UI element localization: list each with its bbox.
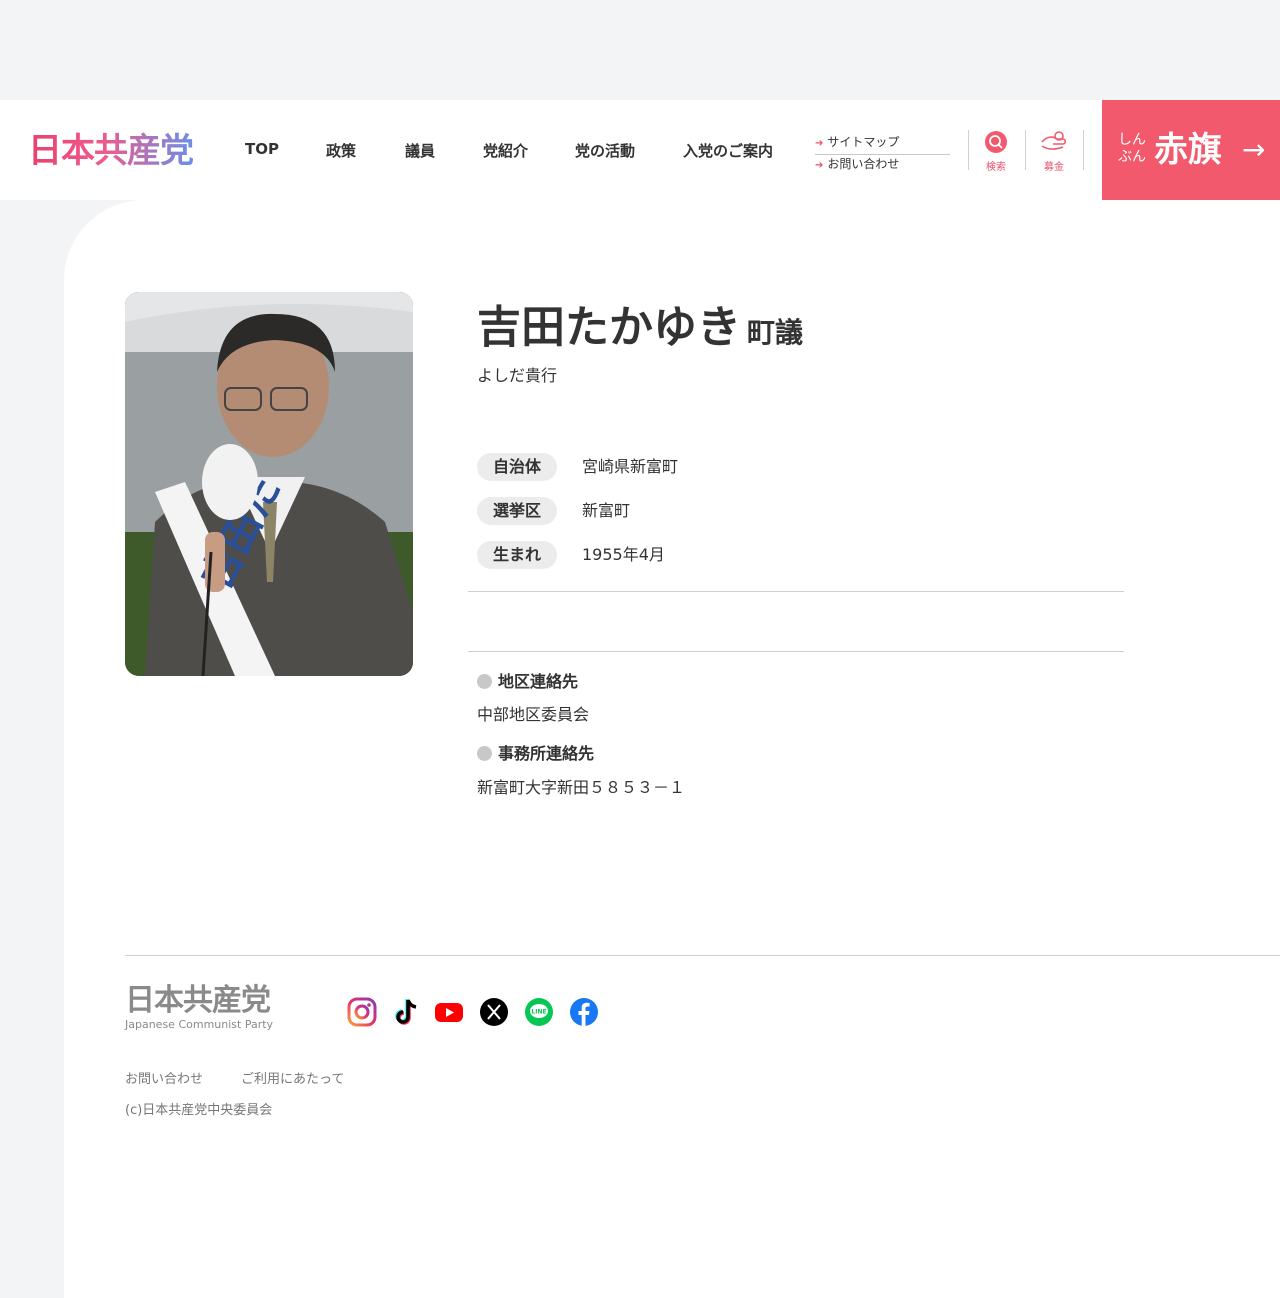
- arrow-right-icon: ➔: [815, 138, 824, 149]
- contact-value-district: 中部地区委員会: [477, 705, 590, 724]
- donate-button[interactable]: 募金: [1032, 130, 1076, 173]
- bullet-icon: [477, 746, 492, 761]
- akahata-banner-link[interactable]: しん ぶん 赤旗 →: [1102, 100, 1280, 200]
- youtube-icon[interactable]: [434, 997, 464, 1027]
- footer-divider: [125, 955, 1280, 956]
- info-value: 1955年4月: [582, 545, 665, 564]
- facebook-icon[interactable]: [569, 997, 599, 1027]
- copyright: (c)日本共産党中央委員会: [125, 1103, 273, 1118]
- divider: [968, 130, 969, 170]
- info-label: 生まれ: [477, 541, 557, 569]
- nav-item-policy[interactable]: 政策: [326, 140, 356, 161]
- bullet-icon: [477, 674, 492, 689]
- footer-contact-link[interactable]: お問い合わせ: [125, 1068, 203, 1087]
- arrow-right-icon: →: [1242, 133, 1266, 166]
- site-logo[interactable]: 日本共産党: [28, 130, 194, 172]
- donation-hand-icon: [1041, 131, 1067, 150]
- member-photo-illustration: 吉田た: [125, 292, 413, 676]
- sub-links: ➔ サイトマップ ➔ お問い合わせ: [815, 133, 950, 175]
- search-label: 検索: [986, 162, 1006, 173]
- nav-item-join[interactable]: 入党のご案内: [683, 140, 773, 161]
- akahata-small-text: しん ぶん: [1118, 132, 1146, 165]
- contact-heading-district: 地区連絡先: [477, 668, 578, 692]
- tiktok-icon[interactable]: [391, 997, 421, 1027]
- sitemap-link[interactable]: ➔ サイトマップ: [815, 133, 950, 155]
- divider: [468, 591, 1124, 592]
- divider: [1025, 130, 1026, 170]
- info-label: 選挙区: [477, 497, 557, 525]
- nav-item-activities[interactable]: 党の活動: [575, 140, 635, 161]
- line-icon-text: LINE: [531, 1009, 546, 1016]
- divider: [468, 651, 1124, 652]
- member-kana: よしだ貴行: [477, 366, 558, 385]
- akahata-title: 赤旗: [1154, 130, 1222, 170]
- info-value: 新富町: [582, 501, 631, 520]
- contact-heading-office: 事務所連絡先: [477, 740, 594, 764]
- footer-logo[interactable]: 日本共産党 Japanese Communist Party: [125, 984, 285, 1032]
- search-icon: [985, 131, 1007, 153]
- search-button[interactable]: 検索: [974, 130, 1018, 173]
- site-header: 日本共産党 TOP 政策 議員 党紹介 党の活動 入党のご案内 ➔ サイトマップ …: [0, 100, 1280, 200]
- info-value: 宮崎県新富町: [582, 457, 679, 476]
- line-icon[interactable]: LINE: [524, 997, 554, 1027]
- contact-link[interactable]: ➔ お問い合わせ: [815, 155, 950, 175]
- member-name: 吉田たかゆき 町議: [477, 302, 804, 353]
- donate-label: 募金: [1044, 162, 1064, 173]
- nav-item-members[interactable]: 議員: [405, 140, 435, 161]
- footer-terms-link[interactable]: ご利用にあたって: [241, 1068, 344, 1087]
- nav-item-about[interactable]: 党紹介: [483, 140, 528, 161]
- contact-value-office: 新富町大字新田５８５３－１: [477, 778, 686, 797]
- member-title: 町議: [747, 316, 804, 349]
- divider: [1083, 130, 1084, 170]
- x-icon[interactable]: [479, 997, 509, 1027]
- info-label: 自治体: [477, 453, 557, 481]
- arrow-right-icon: ➔: [815, 160, 824, 171]
- instagram-icon[interactable]: [347, 997, 377, 1027]
- nav-item-top[interactable]: TOP: [245, 140, 279, 158]
- member-photo: 吉田た: [125, 292, 413, 676]
